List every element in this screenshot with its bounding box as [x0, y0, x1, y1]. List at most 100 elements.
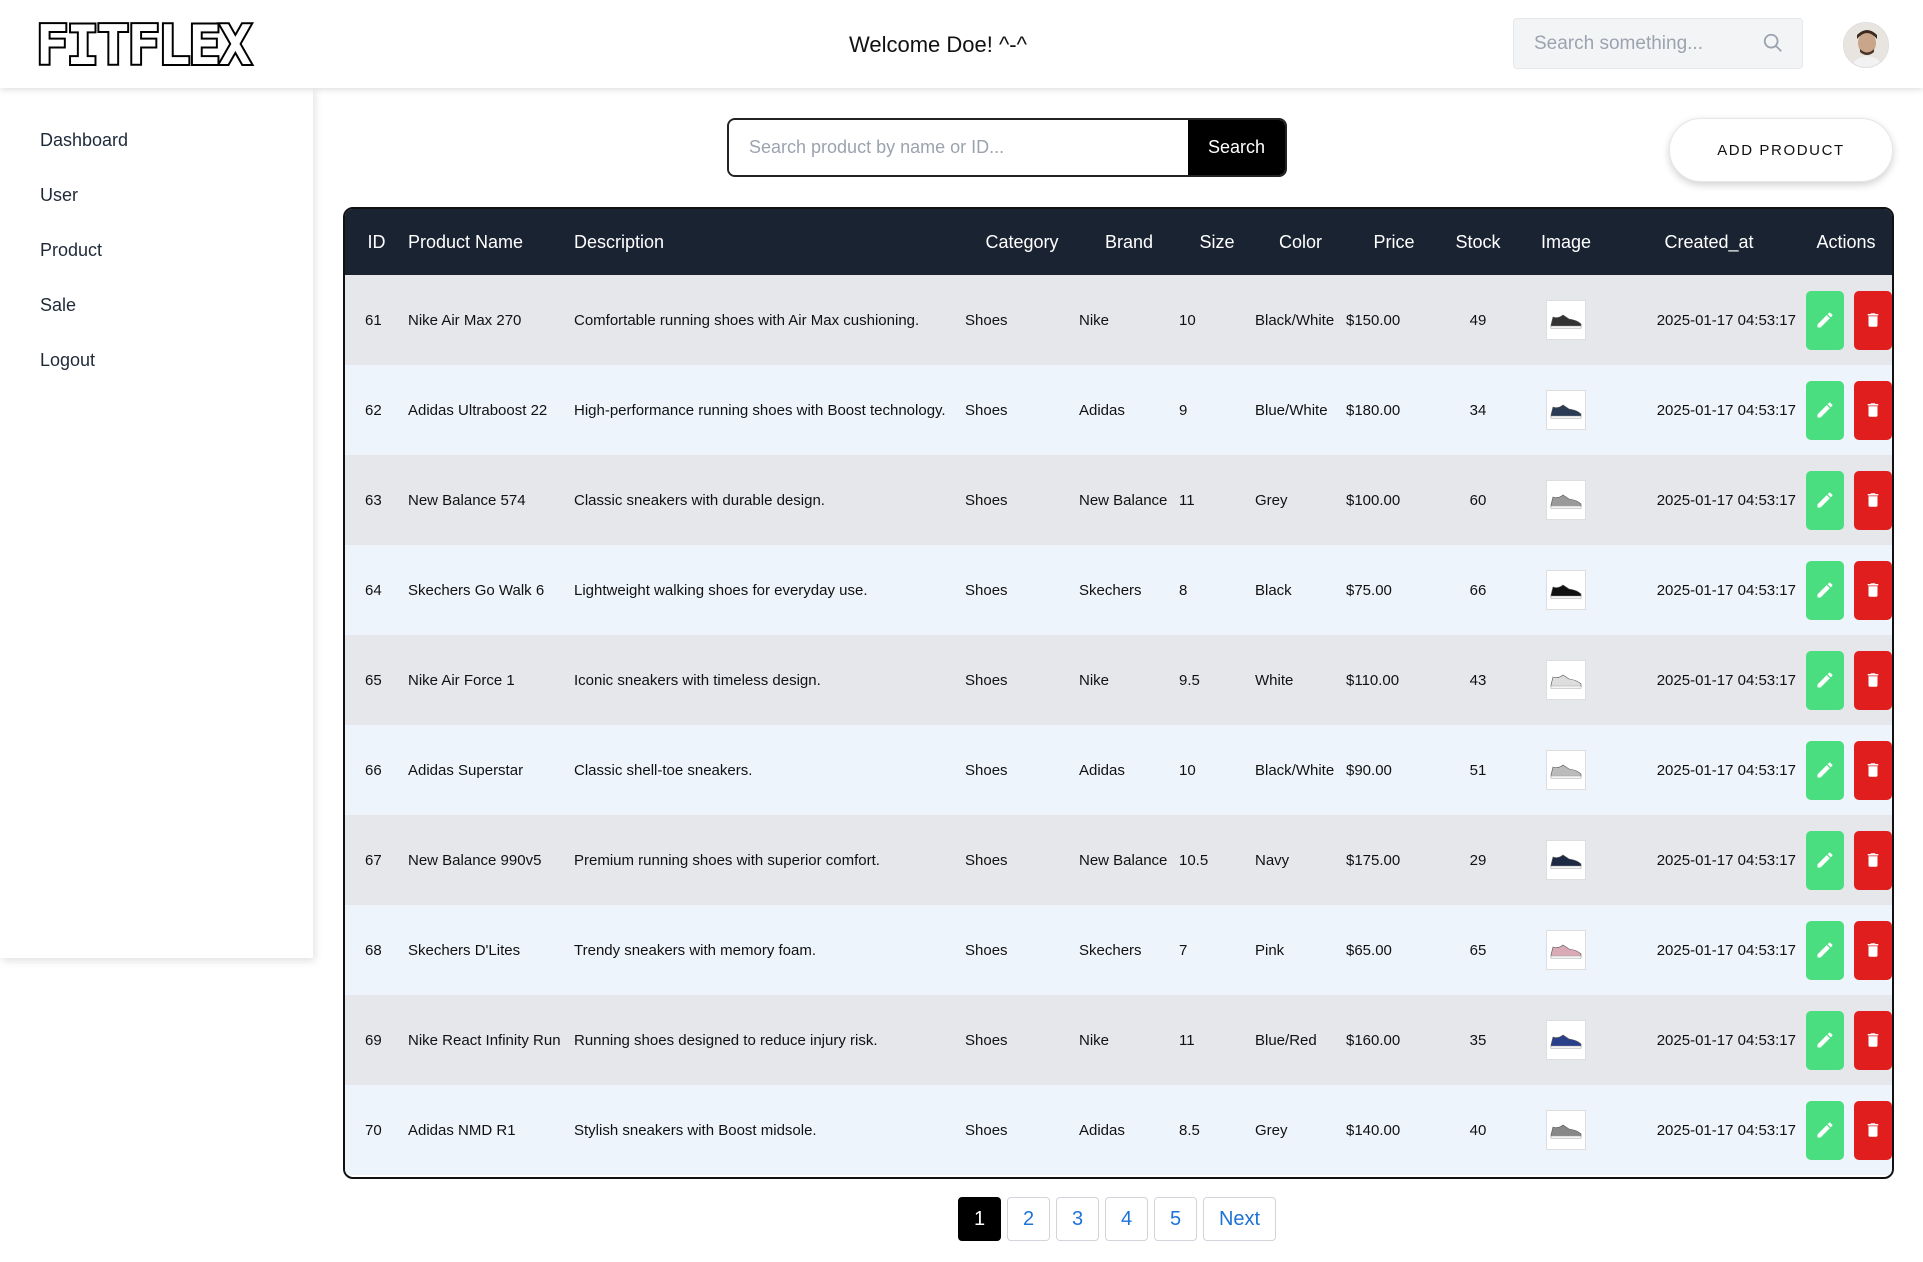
- product-thumbnail[interactable]: [1546, 480, 1586, 520]
- column-header-product-name: Product Name: [408, 231, 524, 252]
- next-page-button[interactable]: Next: [1203, 1197, 1276, 1241]
- cell-description: High-performance running shoes with Boos…: [574, 401, 946, 419]
- sidebar-item-logout[interactable]: Logout: [40, 350, 95, 371]
- product-thumbnail[interactable]: [1546, 390, 1586, 430]
- cell-created-at: 2025-01-17 04:53:17: [1656, 401, 1796, 419]
- page-button-1[interactable]: 1: [958, 1197, 1001, 1241]
- edit-button[interactable]: [1806, 650, 1844, 710]
- column-header-size: Size: [1199, 231, 1235, 252]
- cell-created-at: 2025-01-17 04:53:17: [1656, 851, 1796, 869]
- row-actions: [1800, 1100, 1892, 1160]
- delete-button[interactable]: [1854, 830, 1892, 890]
- fitflex-logo[interactable]: FITFLEX: [34, 16, 356, 74]
- page-button-3[interactable]: 3: [1056, 1197, 1099, 1241]
- cell-price: $65.00: [1346, 941, 1392, 959]
- cell-description: Classic sneakers with durable design.: [574, 491, 825, 509]
- edit-button[interactable]: [1806, 830, 1844, 890]
- page-button-2[interactable]: 2: [1007, 1197, 1050, 1241]
- column-header-category: Category: [985, 231, 1059, 252]
- cell-price: $175.00: [1346, 851, 1401, 869]
- cell-actions: [1800, 455, 1892, 545]
- product-thumbnail[interactable]: [1546, 300, 1586, 340]
- delete-button[interactable]: [1854, 920, 1892, 980]
- cell-stock: 51: [1469, 761, 1487, 779]
- cell-id: 69: [365, 1031, 382, 1049]
- row-actions: [1800, 380, 1892, 440]
- add-product-button[interactable]: ADD PRODUCT: [1669, 118, 1893, 182]
- table-row: 66 Adidas Superstar Classic shell-toe snea…: [345, 725, 1892, 815]
- row-actions: [1800, 920, 1892, 980]
- delete-button[interactable]: [1854, 1100, 1892, 1160]
- product-search-input[interactable]: [729, 120, 1188, 175]
- welcome-message: Welcome Doe! ^-^: [849, 32, 1027, 57]
- row-actions: [1800, 290, 1892, 350]
- cell-description: Iconic sneakers with timeless design.: [574, 671, 821, 689]
- delete-button[interactable]: [1854, 1010, 1892, 1070]
- edit-button[interactable]: [1806, 560, 1844, 620]
- cell-size: 11: [1179, 491, 1195, 509]
- delete-button[interactable]: [1854, 290, 1892, 350]
- avatar[interactable]: [1843, 22, 1889, 68]
- cell-product-name: Skechers D'Lites: [408, 941, 521, 959]
- delete-button[interactable]: [1854, 560, 1892, 620]
- trash-icon: [1867, 673, 1879, 687]
- delete-button[interactable]: [1854, 650, 1892, 710]
- cell-product-name: Adidas Ultraboost 22: [408, 401, 548, 419]
- trash-icon: [1867, 403, 1879, 417]
- sidebar-item-sale[interactable]: Sale: [40, 295, 76, 316]
- product-thumbnail[interactable]: [1546, 570, 1586, 610]
- cell-color: White: [1255, 671, 1294, 689]
- cell-stock: 40: [1469, 1121, 1487, 1139]
- product-thumbnail[interactable]: [1546, 930, 1586, 970]
- row-actions: [1800, 650, 1892, 710]
- sidebar-item-dashboard[interactable]: Dashboard: [40, 130, 128, 151]
- cell-price: $140.00: [1346, 1121, 1401, 1139]
- cell-size: 7: [1179, 941, 1188, 959]
- table-row: 62 Adidas Ultraboost 22 High-performance r…: [345, 365, 1892, 455]
- product-thumbnail[interactable]: [1546, 1020, 1586, 1060]
- row-actions: [1800, 470, 1892, 530]
- edit-button[interactable]: [1806, 470, 1844, 530]
- product-table-container: ID Product Name Description Category Brand Si…: [343, 207, 1894, 1179]
- column-header-price: Price: [1373, 231, 1415, 252]
- page-button-4[interactable]: 4: [1105, 1197, 1148, 1241]
- global-search-input[interactable]: [1534, 32, 1754, 55]
- product-search-button[interactable]: Search: [1188, 120, 1285, 175]
- delete-button[interactable]: [1854, 380, 1892, 440]
- cell-id: 66: [365, 761, 382, 779]
- row-actions: [1800, 740, 1892, 800]
- edit-button[interactable]: [1806, 290, 1844, 350]
- shoe-icon: [1550, 404, 1582, 419]
- edit-button[interactable]: [1806, 1100, 1844, 1160]
- cell-image: [1514, 545, 1618, 635]
- cell-image: [1514, 275, 1618, 365]
- product-thumbnail[interactable]: [1546, 840, 1586, 880]
- cell-stock: 60: [1469, 491, 1487, 509]
- delete-button[interactable]: [1854, 740, 1892, 800]
- pencil-icon: [1817, 852, 1833, 868]
- cell-brand: Adidas: [1079, 401, 1125, 419]
- product-thumbnail[interactable]: [1546, 1110, 1586, 1150]
- product-thumbnail[interactable]: [1546, 660, 1586, 700]
- trash-icon: [1867, 493, 1879, 507]
- cell-actions: [1800, 545, 1892, 635]
- edit-button[interactable]: [1806, 1010, 1844, 1070]
- cell-color: Blue/White: [1255, 401, 1328, 419]
- sidebar-item-product[interactable]: Product: [40, 240, 102, 261]
- search-icon[interactable]: [1762, 32, 1784, 54]
- table-row: 64 Skechers Go Walk 6 Lightweight walking …: [345, 545, 1892, 635]
- edit-button[interactable]: [1806, 380, 1844, 440]
- cell-description: Classic shell-toe sneakers.: [574, 761, 753, 779]
- cell-price: $110.00: [1346, 671, 1400, 689]
- cell-stock: 35: [1469, 1031, 1487, 1049]
- page-button-5[interactable]: 5: [1154, 1197, 1197, 1241]
- shoe-icon: [1550, 584, 1582, 599]
- table-row: 68 Skechers D'Lites Trendy sneakers with m…: [345, 905, 1892, 995]
- global-search: [1513, 18, 1803, 69]
- delete-button[interactable]: [1854, 470, 1892, 530]
- sidebar-item-user[interactable]: User: [40, 185, 78, 206]
- edit-button[interactable]: [1806, 920, 1844, 980]
- product-thumbnail[interactable]: [1546, 750, 1586, 790]
- cell-image: [1514, 995, 1618, 1085]
- edit-button[interactable]: [1806, 740, 1844, 800]
